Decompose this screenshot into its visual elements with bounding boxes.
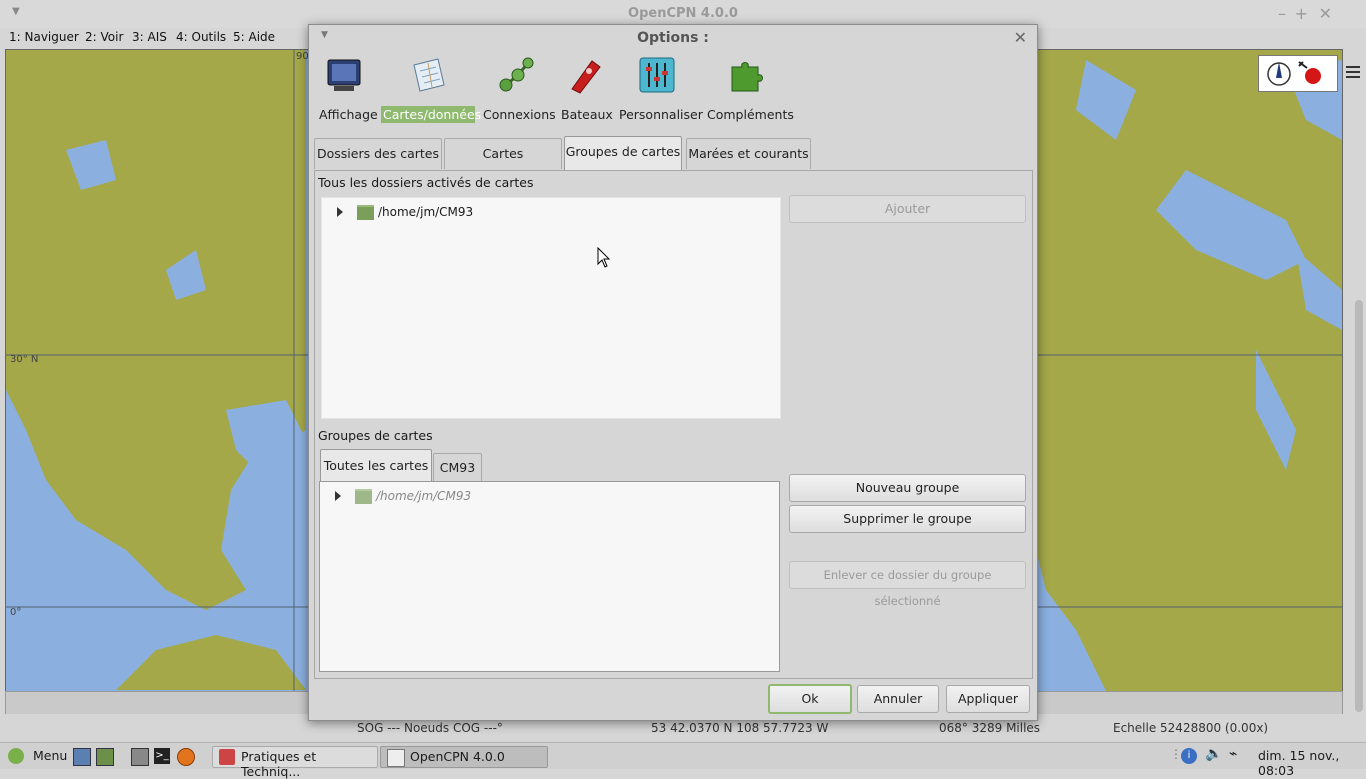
file-manager-icon[interactable] (96, 748, 114, 766)
compass-icon (1267, 61, 1321, 86)
all-dirs-tree[interactable]: /home/jm/CM93 (321, 197, 781, 419)
tab-cartes-vectorielles[interactable]: Cartes vectorielles (444, 138, 562, 191)
maximize-icon[interactable]: + (1295, 4, 1308, 23)
status-scale: Echelle 52428800 (0.00x) (1113, 721, 1269, 735)
dialog-titlebar: ▼ Options : ✕ (309, 25, 1037, 51)
add-button[interactable]: Ajouter (789, 195, 1026, 223)
mint-logo-icon[interactable] (8, 748, 24, 764)
tab-dossiers-des-cartes[interactable]: Dossiers des cartes (314, 138, 442, 169)
hamburger-menu-icon[interactable] (1346, 66, 1360, 81)
workspace-icon[interactable] (131, 748, 149, 766)
monitor-icon (324, 55, 364, 95)
sliders-icon (637, 55, 677, 95)
all-dirs-label: Tous les dossiers activés de cartes (318, 175, 534, 190)
category-label: Cartes/données (381, 106, 482, 123)
task-app-icon (219, 749, 235, 765)
menu-outils[interactable]: 4: Outils (176, 30, 226, 44)
vertical-scrollbar[interactable] (1355, 300, 1363, 712)
folder-icon (355, 488, 372, 504)
main-window-title: OpenCPN 4.0.0 (628, 6, 738, 21)
options-dialog: ▼ Options : ✕ Affichage Cartes/données C… (308, 24, 1038, 721)
minimize-icon[interactable]: – (1278, 4, 1286, 23)
category-label: Compléments (707, 107, 794, 122)
start-menu-button[interactable]: Menu (33, 748, 67, 763)
task-label: OpenCPN 4.0.0 (410, 749, 505, 764)
category-label: Bateaux (561, 107, 613, 122)
category-label: Connexions (483, 107, 556, 122)
dialog-close-icon[interactable]: ✕ (1014, 28, 1027, 47)
tab-groupes-de-cartes[interactable]: Groupes de cartes (564, 136, 682, 170)
volume-icon[interactable]: 🔈 (1205, 746, 1222, 762)
connections-icon (496, 55, 536, 95)
task-app-icon (387, 749, 405, 767)
category-connexions[interactable]: Connexions (481, 55, 556, 123)
compass-widget[interactable] (1258, 55, 1338, 92)
category-label: Affichage (319, 107, 378, 122)
tab-marees-et-courants[interactable]: Marées et courants (686, 138, 811, 169)
expand-arrow-icon[interactable] (335, 491, 341, 501)
firefox-icon[interactable] (177, 748, 195, 766)
menu-voir[interactable]: 2: Voir (85, 30, 123, 44)
dialog-title: Options : (637, 30, 709, 46)
lat-label-0: 0° (10, 607, 22, 618)
close-icon[interactable]: ✕ (1319, 4, 1332, 23)
puzzle-icon (726, 55, 766, 95)
category-label: Personnaliser (619, 107, 703, 122)
status-sog-cog: SOG --- Noeuds COG ---° (357, 721, 503, 735)
charts-icon (408, 55, 448, 95)
tree-item-label: /home/jm/CM93 (376, 489, 472, 503)
ship-icon (564, 55, 604, 95)
cancel-button[interactable]: Annuler (857, 685, 939, 713)
expand-arrow-icon[interactable] (337, 207, 343, 217)
group-tree-item-cm93[interactable]: /home/jm/CM93 (335, 488, 471, 504)
network-icon[interactable]: ⌁ (1229, 746, 1237, 762)
apply-button[interactable]: Appliquer (946, 685, 1030, 713)
terminal-icon[interactable]: >_ (154, 748, 170, 764)
folder-icon (357, 204, 374, 220)
tab-panel-groupes: Tous les dossiers activés de cartes /hom… (314, 170, 1033, 679)
update-shield-icon[interactable]: i (1181, 748, 1197, 764)
category-bateaux[interactable]: Bateaux (559, 55, 613, 123)
group-tree[interactable]: /home/jm/CM93 (319, 481, 780, 672)
category-affichage[interactable]: Affichage (317, 55, 378, 123)
category-cartes-donnees[interactable]: Cartes/données (381, 55, 482, 123)
tree-item-label: /home/jm/CM93 (378, 205, 474, 219)
task-label: Pratiques et Techniq... (241, 749, 317, 779)
lat-label-30n: 30° N (10, 354, 39, 365)
tree-item-cm93[interactable]: /home/jm/CM93 (337, 204, 473, 220)
show-desktop-icon[interactable] (73, 748, 91, 766)
groups-label: Groupes de cartes (318, 428, 433, 443)
clock[interactable]: dim. 15 nov., 08:03 (1258, 748, 1366, 778)
mouse-cursor-icon (597, 247, 611, 268)
menu-ais[interactable]: 3: AIS (132, 30, 167, 44)
task-opencpn[interactable]: OpenCPN 4.0.0 (380, 746, 548, 768)
remove-dir-button[interactable]: Enlever ce dossier du groupe sélectionné (789, 561, 1026, 608)
category-personnaliser[interactable]: Personnaliser (617, 55, 703, 123)
group-tab-cm93[interactable]: CM93 (433, 453, 482, 482)
delete-group-button[interactable]: Supprimer le groupe (789, 505, 1026, 533)
menu-naviguer[interactable]: 1: Naviguer (9, 30, 79, 44)
category-complements[interactable]: Compléments (705, 55, 794, 123)
task-pratiques[interactable]: Pratiques et Techniq... (212, 746, 378, 779)
status-position: 53 42.0370 N 108 57.7723 W (651, 721, 829, 735)
menu-aide[interactable]: 5: Aide (233, 30, 275, 44)
group-tab-toutes[interactable]: Toutes les cartes (320, 449, 432, 482)
new-group-button[interactable]: Nouveau groupe (789, 474, 1026, 502)
taskbar: Menu >_ Pratiques et Techniq... OpenCPN … (0, 742, 1366, 779)
ok-button[interactable]: Ok (768, 684, 852, 714)
status-bearing: 068° 3289 Milles (939, 721, 1041, 735)
